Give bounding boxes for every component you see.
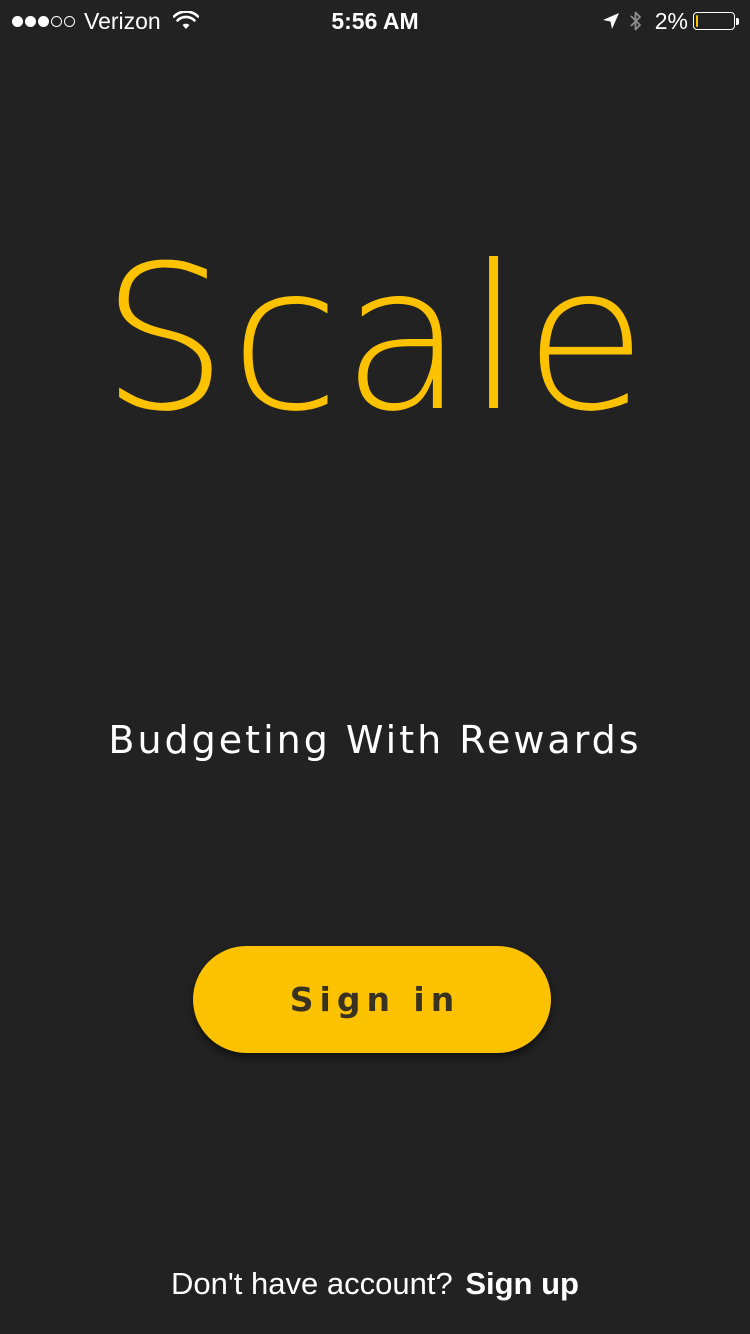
location-arrow-icon bbox=[602, 13, 619, 29]
app-title: Scale bbox=[100, 223, 650, 456]
status-right: 2% bbox=[601, 7, 739, 35]
battery-level-fill bbox=[696, 15, 698, 27]
battery-percent: 2% bbox=[654, 8, 688, 34]
sign-up-link[interactable]: Sign up bbox=[465, 1266, 579, 1301]
battery-icon bbox=[693, 12, 735, 30]
battery-cap bbox=[736, 17, 739, 25]
app-screen: Verizon 5:56 AM 2% Scale Budgeting With … bbox=[0, 0, 750, 1334]
signup-prompt: Don't have account? Sign up bbox=[0, 1264, 750, 1304]
status-bar: Verizon 5:56 AM 2% bbox=[0, 0, 750, 40]
app-tagline: Budgeting With Rewards bbox=[108, 718, 642, 762]
sign-in-label: Sign in bbox=[289, 980, 461, 1019]
sign-in-button[interactable]: Sign in bbox=[193, 946, 551, 1053]
bluetooth-icon bbox=[630, 11, 641, 31]
signup-prompt-text: Don't have account? bbox=[171, 1266, 453, 1301]
